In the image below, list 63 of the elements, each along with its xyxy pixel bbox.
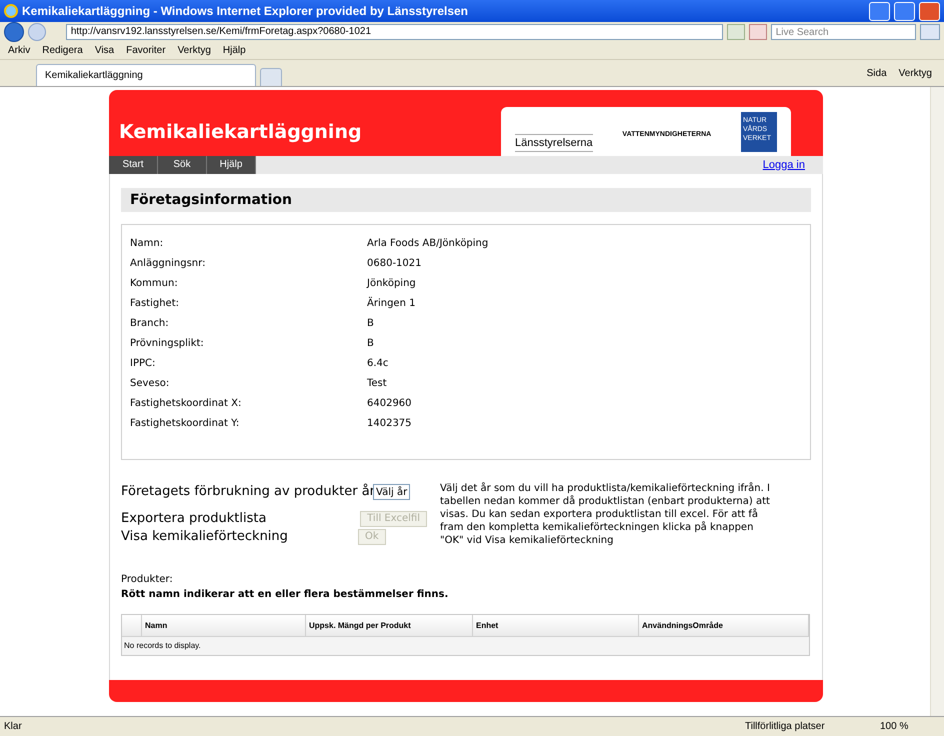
field-label: Prövningsplikt: bbox=[130, 336, 205, 350]
menu-item[interactable]: Favoriter bbox=[126, 43, 166, 58]
field-label: Fastighetskoordinat X: bbox=[130, 396, 242, 410]
nav-tab[interactable]: Sök bbox=[158, 156, 207, 174]
field-value: B bbox=[367, 316, 374, 330]
browser-tab[interactable]: Kemikaliekartläggning bbox=[36, 64, 256, 86]
field-label: Seveso: bbox=[130, 376, 170, 390]
empty-message: No records to display. bbox=[123, 640, 202, 652]
minimize-button[interactable] bbox=[869, 2, 890, 20]
stop-button[interactable] bbox=[748, 24, 767, 40]
login-link[interactable]: Logga in bbox=[762, 156, 805, 174]
search-button[interactable] bbox=[920, 24, 940, 40]
nav-tab[interactable]: Hjälp bbox=[207, 156, 256, 174]
field-label: Anläggningsnr: bbox=[130, 256, 206, 270]
security-zone: Tillförlitliga platser bbox=[745, 720, 826, 734]
toolbar-button[interactable]: Sida bbox=[866, 66, 887, 81]
field-label: IPPC: bbox=[130, 356, 156, 370]
field-value: Jönköping bbox=[367, 276, 416, 290]
menu-item[interactable]: Hjälp bbox=[222, 43, 246, 58]
new-tab-button[interactable] bbox=[260, 68, 282, 86]
menu-item[interactable]: Visa bbox=[94, 43, 114, 58]
year-select[interactable]: Välj år bbox=[373, 484, 410, 500]
close-button[interactable] bbox=[919, 2, 940, 20]
field-value: 6.4c bbox=[367, 356, 388, 370]
column-header[interactable]: Uppsk. Mängd per Produkt bbox=[306, 615, 473, 636]
field-value: 0680-1021 bbox=[367, 256, 422, 270]
export-label: Exportera produktlista bbox=[121, 510, 266, 528]
field-value: Arla Foods AB/Jönköping bbox=[367, 236, 488, 250]
help-text: Välj det år som du vill ha produktlista/kemikalieförteckning ifrån. I tabellen nedan kommer då produktlistan (enbart produkterna) att visas. Du kan sedan exportera produktlistan till excel. För att få fram den kompletta kemikalieförteckningen klicka på knappen "OK" vid Visa kemikalieförteckning bbox=[440, 482, 771, 548]
back-button[interactable] bbox=[4, 22, 24, 42]
column-header[interactable]: AnvändningsOmråde bbox=[639, 615, 809, 636]
products-note: Rött namn indikerar att en eller flera bestämmelser finns. bbox=[121, 588, 450, 602]
menu-item[interactable]: Arkiv bbox=[8, 43, 30, 58]
site-title: Kemikaliekartläggning bbox=[119, 120, 362, 144]
address-field[interactable]: http://vansrv192.lansstyrelsen.se/Kemi/frmForetag.aspx?0680-1021 bbox=[66, 24, 723, 40]
field-label: Fastighet: bbox=[130, 296, 180, 310]
browser-logo-icon bbox=[4, 4, 18, 18]
show-label: Visa kemikalieförteckning bbox=[121, 528, 289, 546]
field-label: Namn: bbox=[130, 236, 164, 250]
field-label: Branch: bbox=[130, 316, 170, 330]
scrollbar[interactable] bbox=[930, 87, 944, 716]
section-title: Företagsinformation bbox=[121, 188, 811, 212]
search-field[interactable]: Live Search bbox=[770, 24, 916, 40]
window-title: Kemikaliekartläggning - Windows Internet Explorer provided by Länsstyrelsen bbox=[22, 3, 469, 20]
menu-item[interactable]: Verktyg bbox=[178, 43, 211, 58]
toolbar-button[interactable]: Verktyg bbox=[898, 66, 932, 81]
field-value: Äringen 1 bbox=[367, 296, 416, 310]
status-text: Klar bbox=[4, 720, 23, 734]
refresh-button[interactable] bbox=[726, 24, 745, 40]
field-value: B bbox=[367, 336, 374, 350]
zoom-level[interactable]: 100 % bbox=[880, 719, 940, 734]
menu-item[interactable]: Redigera bbox=[42, 43, 83, 58]
column-header[interactable]: Namn bbox=[142, 615, 306, 636]
column-header[interactable]: Enhet bbox=[473, 615, 639, 636]
field-label: Kommun: bbox=[130, 276, 179, 290]
maximize-button[interactable] bbox=[894, 2, 915, 20]
agency-logo: Länsstyrelserna bbox=[515, 134, 593, 152]
nav-tab[interactable]: Start bbox=[109, 156, 158, 174]
field-value: 6402960 bbox=[367, 396, 412, 410]
field-value: Test bbox=[367, 376, 387, 390]
products-label: Produkter: bbox=[121, 573, 174, 587]
field-value: 1402375 bbox=[367, 416, 412, 430]
field-label: Fastighetskoordinat Y: bbox=[130, 416, 240, 430]
